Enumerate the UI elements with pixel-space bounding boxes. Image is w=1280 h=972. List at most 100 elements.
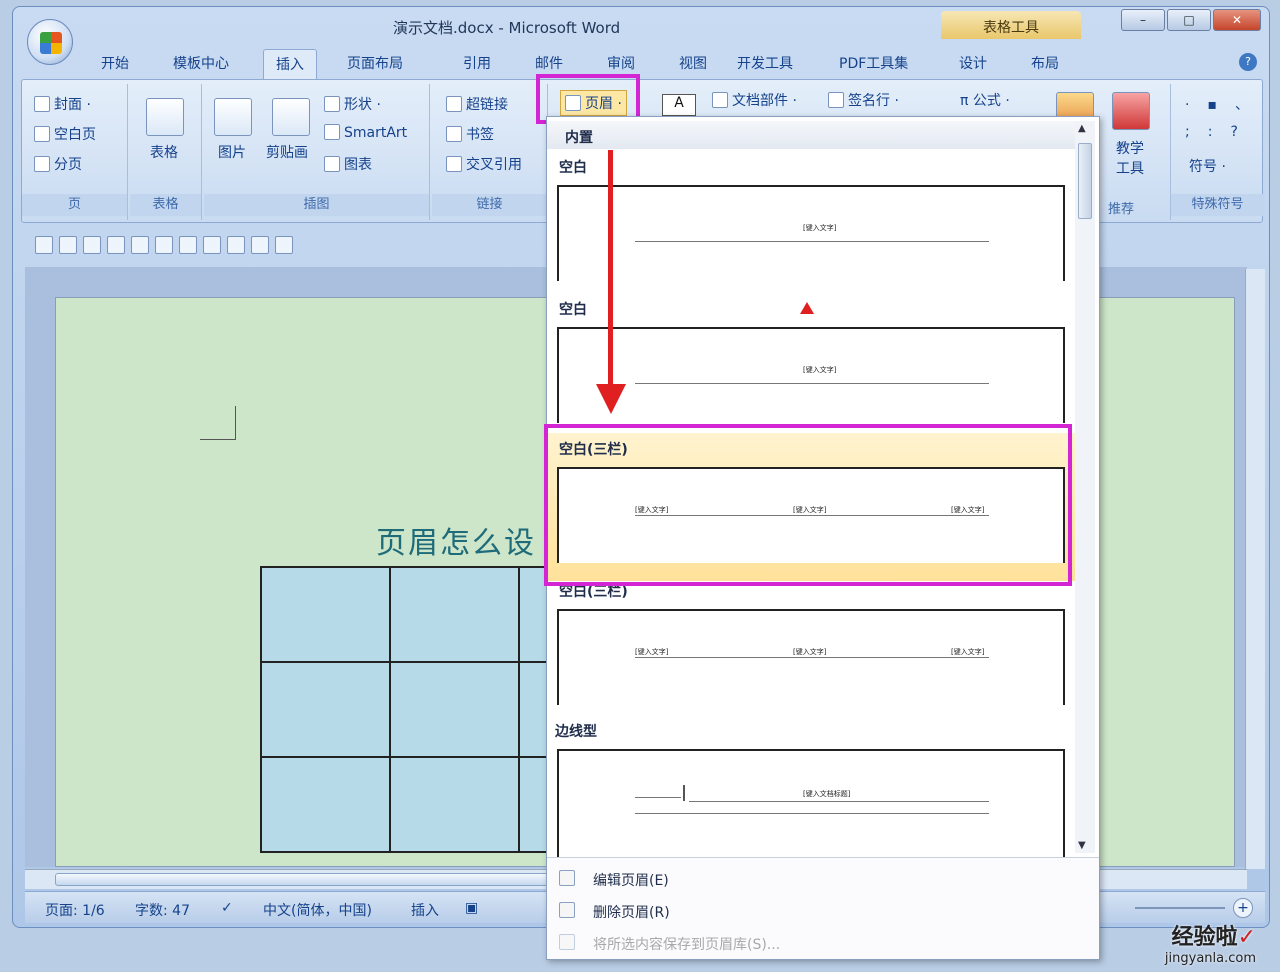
tab-mailings[interactable]: 邮件 [535, 53, 563, 73]
tab-template-center[interactable]: 模板中心 [173, 53, 229, 73]
equation-button[interactable]: π 公式 · [960, 90, 1010, 110]
group-links: 超链接 书签 交叉引用 链接 [432, 84, 548, 220]
gallery-item-sideline[interactable]: [键入文档标题] [557, 749, 1065, 857]
gallery-item-blank-three-column-2[interactable]: [键入文字] [键入文字] [键入文字] [557, 609, 1065, 705]
header-menu: 编辑页眉(E) 删除页眉(R) 将所选内容保存到页眉库(S)... [547, 857, 1099, 959]
status-mode[interactable]: 插入 [411, 900, 439, 920]
tab-view[interactable]: 视图 [679, 53, 707, 73]
quick-parts-button[interactable]: 文档部件 · [712, 90, 797, 110]
picture-button[interactable]: 图片 [218, 142, 246, 162]
edit-header-item[interactable]: 编辑页眉(E) [593, 870, 669, 890]
smartart-icon [324, 124, 340, 140]
save-selection-to-gallery-item[interactable]: 将所选内容保存到页眉库(S)... [593, 934, 780, 954]
customize-toolbar-icon[interactable] [275, 236, 293, 254]
undo-icon[interactable] [59, 236, 77, 254]
status-page[interactable]: 页面: 1/6 [45, 900, 105, 920]
remove-header-item[interactable]: 删除页眉(R) [593, 902, 670, 922]
close-button[interactable]: ✕ [1213, 9, 1261, 31]
proofing-icon[interactable]: ✓ [221, 900, 233, 916]
tab-home[interactable]: 开始 [101, 53, 129, 73]
context-tab-table-tools: 表格工具 [941, 11, 1081, 39]
edit-header-icon [559, 870, 575, 886]
cross-reference-button[interactable]: 交叉引用 [446, 154, 522, 174]
copy-icon[interactable] [155, 236, 173, 254]
table-cell[interactable] [389, 566, 520, 663]
shapes-button[interactable]: 形状 · [324, 94, 381, 114]
help-icon[interactable]: ? [1239, 53, 1257, 71]
gallery-item-label: 空白 [559, 160, 587, 176]
tab-page-layout[interactable]: 页面布局 [347, 53, 403, 73]
clipart-button[interactable]: 剪贴画 [266, 142, 308, 162]
selection-highlight-box [544, 424, 1072, 586]
table-cell[interactable] [389, 756, 520, 853]
maximize-button[interactable]: □ [1167, 9, 1211, 31]
new-document-icon[interactable] [179, 236, 197, 254]
smartart-button[interactable]: SmartArt [324, 124, 407, 141]
symbol-chars-row-2[interactable]: ;:? [1185, 124, 1256, 140]
gallery-item-blank-2[interactable]: [键入文字] [557, 327, 1065, 423]
tools-label: 工具 [1116, 161, 1144, 177]
remove-header-icon [559, 902, 575, 918]
blank-page-button[interactable]: 空白页 [34, 124, 96, 144]
placeholder-text: [键入文字] [803, 366, 837, 374]
bookmark-button[interactable]: 书签 [446, 124, 494, 144]
table-cell[interactable] [389, 661, 520, 758]
placeholder-text: [键入文字] [793, 648, 827, 656]
textbox-button[interactable]: A [662, 94, 696, 116]
header-rule [635, 383, 989, 384]
macro-record-icon[interactable]: ▣ [465, 900, 478, 916]
signature-icon [828, 92, 844, 108]
pen-color-icon[interactable] [251, 236, 269, 254]
save-icon[interactable] [35, 236, 53, 254]
print-icon[interactable] [203, 236, 221, 254]
hyperlink-icon [446, 96, 462, 112]
placeholder-text: [键入文字] [635, 648, 669, 656]
table-icon [146, 98, 184, 136]
minimize-button[interactable]: – [1121, 9, 1165, 31]
tab-insert[interactable]: 插入 [263, 49, 317, 79]
table-cell[interactable] [260, 566, 391, 663]
table-button[interactable]: 表格 [150, 142, 178, 162]
tab-references[interactable]: 引用 [463, 53, 491, 73]
zoom-in-icon[interactable]: + [1233, 898, 1253, 918]
document-title: 页眉怎么设 [376, 526, 536, 561]
draw-icon[interactable] [227, 236, 245, 254]
group-label-illustrations: 插图 [204, 194, 429, 216]
redo-icon[interactable] [83, 236, 101, 254]
picture-icon [214, 98, 252, 136]
vertical-scrollbar[interactable] [1245, 269, 1265, 869]
print-preview-icon[interactable] [107, 236, 125, 254]
status-language[interactable]: 中文(简体，中国) [263, 900, 372, 920]
chart-button[interactable]: 图表 [324, 154, 372, 174]
office-button[interactable] [27, 19, 73, 65]
tab-design[interactable]: 设计 [959, 53, 987, 73]
tab-pdf-tools[interactable]: PDF工具集 [839, 53, 908, 73]
horizontal-scroll-thumb[interactable] [55, 873, 555, 886]
scroll-down-icon[interactable]: ▼ [1078, 840, 1086, 851]
signature-line-button[interactable]: 签名行 · [828, 90, 899, 110]
tab-developer[interactable]: 开发工具 [737, 53, 793, 73]
zoom-slider[interactable] [1135, 907, 1225, 909]
header-rule [689, 801, 989, 802]
gallery-scroll-thumb[interactable] [1078, 143, 1092, 219]
table-cell[interactable] [260, 661, 391, 758]
open-icon[interactable] [131, 236, 149, 254]
gallery-item-blank[interactable]: [键入文字] [557, 185, 1065, 281]
scroll-up-icon[interactable]: ▲ [1078, 123, 1086, 134]
header-rule-left [635, 797, 681, 798]
cover-page-button[interactable]: 封面 · [34, 94, 91, 114]
watermark-url: jingyanla.com [1164, 951, 1256, 966]
symbol-chars-row-1[interactable]: ·▪、 [1185, 94, 1267, 114]
symbol-button[interactable]: 符号 · [1189, 156, 1226, 176]
gallery-scrollbar[interactable]: ▲ ▼ [1075, 121, 1095, 853]
tab-review[interactable]: 审阅 [607, 53, 635, 73]
tab-layout[interactable]: 布局 [1031, 53, 1059, 73]
page-break-button[interactable]: 分页 [34, 154, 82, 174]
hyperlink-button[interactable]: 超链接 [446, 94, 508, 114]
group-page: 封面 · 空白页 分页 页 [22, 84, 128, 220]
status-words[interactable]: 字数: 47 [135, 900, 190, 920]
table-cell[interactable] [260, 756, 391, 853]
quick-access-toolbar [25, 231, 375, 259]
teaching-tools-label[interactable]: 教学 [1116, 138, 1144, 158]
chart-icon [324, 156, 340, 172]
